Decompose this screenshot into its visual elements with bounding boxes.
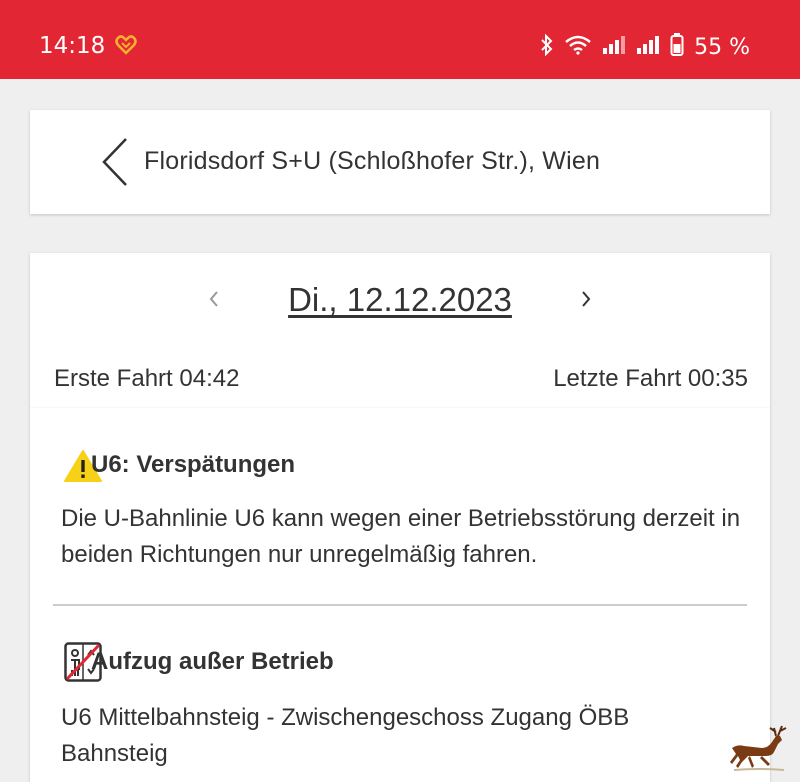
notice-body: U6 Mittelbahnsteig - Zwischengeschoss Zu… [61, 704, 630, 767]
date-navigator: Di., 12.12.2023 Erste Fahrt 04:42 Letzte… [30, 253, 770, 408]
notice-body: Die U-Bahnlinie U6 kann wegen einer Betr… [61, 505, 741, 568]
heart-icon [115, 33, 137, 62]
chevron-left-icon [102, 138, 127, 186]
notice-title: Aufzug außer Betrieb [91, 648, 334, 675]
signal-icon [636, 35, 660, 60]
station-title: Floridsdorf S+U (Schloßhofer Str.), Wien [144, 147, 601, 175]
first-ride-time: Erste Fahrt 04:42 [54, 365, 240, 392]
last-ride-time: Letzte Fahrt 00:35 [553, 365, 748, 392]
battery-icon [670, 33, 684, 62]
battery-level: 55 % [694, 35, 750, 60]
notices-panel: U6: Verspätungen Die U-Bahnlinie U6 kann… [30, 408, 770, 782]
status-time: 14:18 [39, 33, 106, 59]
notice-title: U6: Verspätungen [91, 451, 296, 478]
bluetooth-icon [540, 33, 554, 61]
status-icons: 55 % [540, 33, 750, 62]
chevron-right-icon [582, 291, 591, 307]
back-button[interactable] [90, 137, 140, 187]
signal-icon [602, 35, 626, 60]
next-day-button[interactable] [568, 281, 600, 317]
station-header: Floridsdorf S+U (Schloßhofer Str.), Wien [30, 110, 770, 214]
wifi-icon [564, 35, 592, 60]
selected-date[interactable]: Di., 12.12.2023 [30, 281, 770, 319]
deer-icon [730, 725, 787, 771]
divider [53, 604, 747, 606]
status-bar: 14:18 55 % [0, 0, 800, 79]
